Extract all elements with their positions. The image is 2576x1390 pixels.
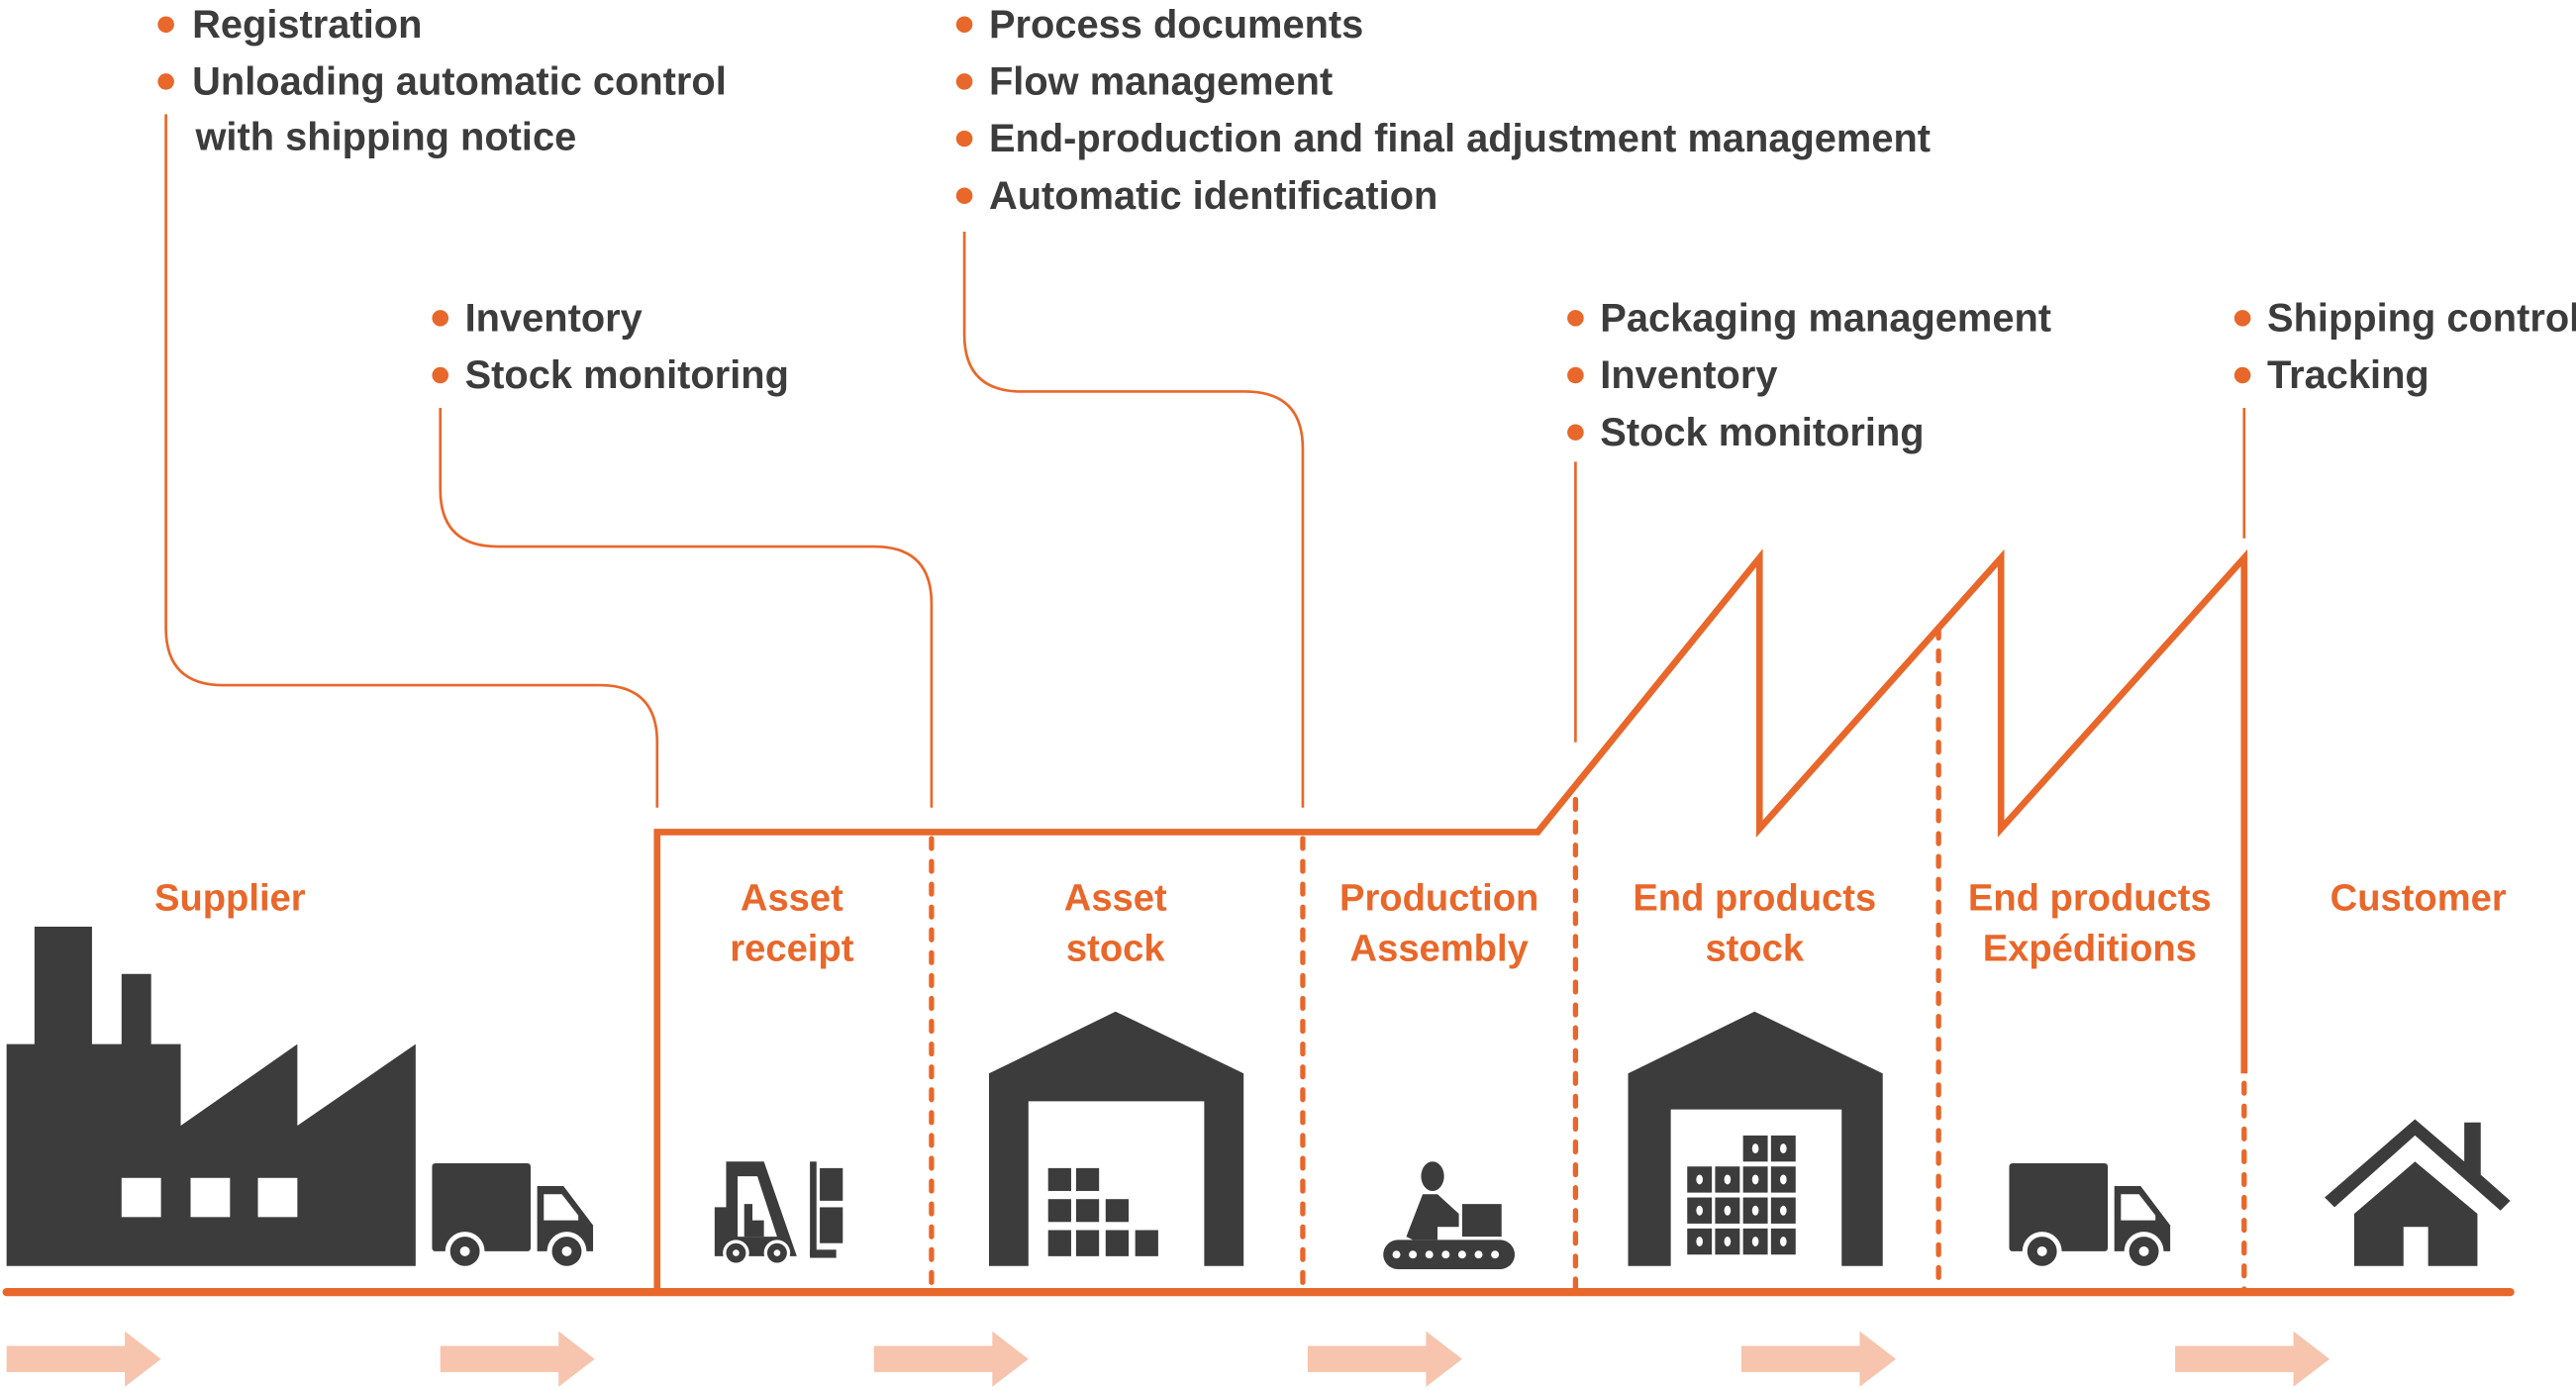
stage-label: End products bbox=[1968, 878, 2212, 920]
feature-item: Automatic identification bbox=[989, 174, 1437, 218]
truck-icon bbox=[2009, 1162, 2171, 1271]
stage-asset-stock: Asset stock bbox=[1064, 878, 1167, 970]
box-dot bbox=[1696, 1174, 1704, 1185]
feature-item: Stock monitoring bbox=[465, 353, 789, 397]
box-dot bbox=[1724, 1205, 1732, 1216]
feature-item: Packaging management bbox=[1600, 297, 2051, 341]
feature-item: Inventory bbox=[465, 297, 643, 341]
bullet-icon bbox=[157, 73, 174, 90]
bullet-icon bbox=[432, 310, 449, 327]
bullet-icon bbox=[955, 73, 973, 90]
feature-item: Shipping control bbox=[2267, 297, 2576, 341]
feature-item: Flow management bbox=[989, 60, 1333, 104]
feature-item: Inventory bbox=[1600, 353, 1777, 397]
stage-supplier: Supplier bbox=[154, 878, 306, 920]
box-dot bbox=[1780, 1174, 1787, 1185]
bullet-icon bbox=[2233, 366, 2251, 384]
supply-chain-diagram: Registration Unloading automatic control… bbox=[2, 3, 2576, 1387]
stage-label: End products bbox=[1633, 878, 1876, 920]
feature-item: End-production and final adjustment mana… bbox=[989, 117, 1931, 160]
flow-arrow-icon bbox=[440, 1331, 595, 1387]
stage-label: Asset bbox=[741, 878, 843, 920]
bullet-icon bbox=[955, 130, 973, 148]
feature-item: Stock monitoring bbox=[1600, 411, 1924, 454]
bullet-icon bbox=[955, 187, 973, 204]
stage-label: Expéditions bbox=[1983, 929, 2197, 970]
bullet-icon bbox=[1567, 366, 1584, 384]
flow-arrow-icon bbox=[6, 1331, 161, 1387]
stage-label: Production bbox=[1339, 878, 1538, 920]
bullet-icon bbox=[2233, 310, 2251, 327]
flow-arrow-icon bbox=[1307, 1331, 1462, 1387]
stage-label: Asset bbox=[1064, 878, 1167, 920]
box-dot bbox=[1780, 1143, 1787, 1154]
conveyor-worker-icon bbox=[1383, 1161, 1516, 1270]
box-dot bbox=[1696, 1205, 1704, 1216]
feature-item: Registration bbox=[192, 3, 422, 47]
flow-arrow-icon bbox=[2175, 1331, 2330, 1387]
house-icon bbox=[2325, 1119, 2511, 1266]
box-dot bbox=[1780, 1205, 1787, 1216]
stage-label: stock bbox=[1705, 929, 1805, 970]
plant-outline bbox=[653, 548, 2248, 1293]
box-dot bbox=[1751, 1174, 1759, 1185]
flow-arrow-icon bbox=[873, 1331, 1029, 1387]
connector-stock bbox=[439, 407, 934, 808]
stage-label: stock bbox=[1066, 929, 1166, 970]
stage-end-products-stock: End products stock bbox=[1633, 878, 1876, 970]
flow-arrows bbox=[6, 1331, 2330, 1387]
stage-label: Assembly bbox=[1350, 929, 1529, 970]
feature-item: Tracking bbox=[2267, 353, 2429, 397]
bullet-icon bbox=[432, 366, 449, 384]
box-dot bbox=[1724, 1237, 1732, 1246]
stage-label: receipt bbox=[730, 929, 853, 970]
box-dot bbox=[1696, 1237, 1704, 1246]
bullet-icon bbox=[1567, 424, 1584, 441]
truck-icon bbox=[432, 1162, 594, 1271]
factory-icon bbox=[6, 927, 416, 1266]
box-dot bbox=[1724, 1174, 1732, 1185]
feature-group-shipping: Shipping control Tracking bbox=[2233, 297, 2576, 397]
feature-group-end-stock: Packaging management Inventory Stock mon… bbox=[1567, 297, 2051, 454]
flow-arrow-icon bbox=[1741, 1331, 1896, 1387]
box-dot bbox=[1751, 1237, 1759, 1246]
feature-group-receipt: Registration Unloading automatic control… bbox=[157, 3, 727, 159]
forklift-icon bbox=[714, 1161, 843, 1266]
stage-label: Supplier bbox=[154, 878, 306, 920]
stage-end-products-expeditions: End products Expéditions bbox=[1968, 878, 2212, 970]
bullet-icon bbox=[157, 16, 174, 33]
stage-production-assembly: Production Assembly bbox=[1339, 878, 1538, 970]
stage-asset-receipt: Asset receipt bbox=[730, 878, 853, 970]
box-dot bbox=[1751, 1205, 1759, 1216]
warehouse-icon bbox=[988, 1011, 1244, 1266]
feature-item-continued: with shipping notice bbox=[194, 116, 576, 159]
connector-production bbox=[962, 232, 1305, 808]
feature-group-production: Process documents Flow management End-pr… bbox=[955, 3, 1931, 218]
feature-item: Process documents bbox=[989, 3, 1363, 47]
connector-receipt bbox=[164, 114, 659, 808]
box-dot bbox=[1751, 1143, 1759, 1154]
warehouse-full-icon bbox=[1628, 1011, 1883, 1266]
bullet-icon bbox=[955, 16, 973, 33]
stage-label: Customer bbox=[2330, 878, 2507, 920]
stage-customer: Customer bbox=[2330, 878, 2507, 920]
feature-item: Unloading automatic control bbox=[192, 60, 727, 104]
box-dot bbox=[1780, 1237, 1787, 1246]
feature-group-stock: Inventory Stock monitoring bbox=[432, 297, 789, 397]
bullet-icon bbox=[1567, 310, 1584, 327]
